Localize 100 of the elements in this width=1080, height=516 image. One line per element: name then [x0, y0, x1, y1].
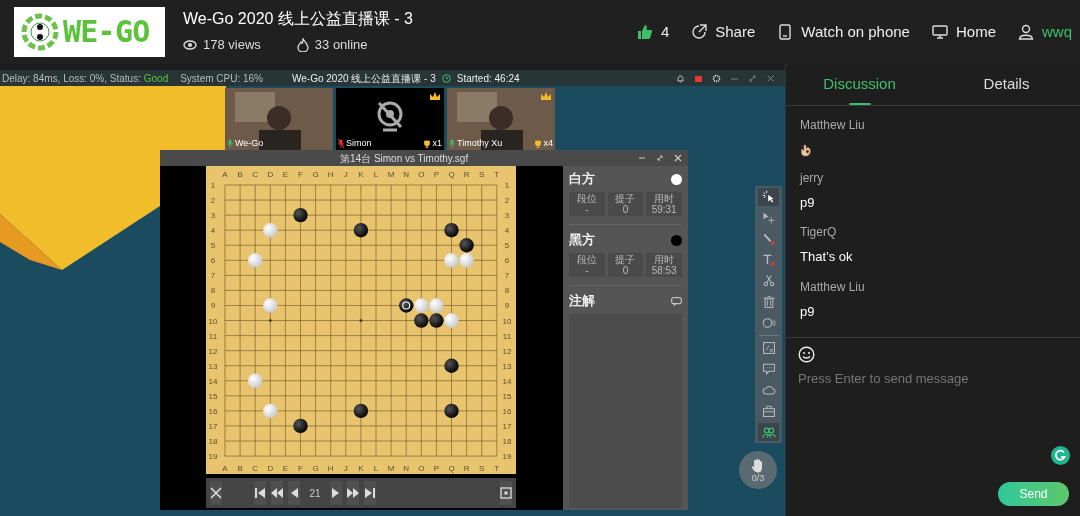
- coordinate-label: 10: [502, 316, 512, 326]
- close-icon: [210, 487, 222, 499]
- view-count: 178 views: [203, 36, 261, 55]
- last-move-button[interactable]: [364, 481, 376, 505]
- coordinate-label: R: [463, 170, 470, 179]
- message-input[interactable]: Press Enter to send message: [798, 369, 1068, 449]
- like-button[interactable]: 4: [636, 20, 670, 44]
- tool-button[interactable]: [758, 188, 779, 206]
- coordinate-label: 10: [208, 316, 218, 326]
- close-icon[interactable]: [766, 73, 775, 83]
- coordinate-label: 15: [208, 391, 218, 401]
- coordinate-label: A: [222, 170, 228, 179]
- grammar-assistant-icon[interactable]: [1051, 446, 1070, 465]
- thumbs-up-icon: [636, 24, 653, 40]
- chat-tab[interactable]: Details: [933, 64, 1080, 105]
- coordinate-label: 7: [210, 271, 216, 281]
- close-icon[interactable]: [674, 154, 682, 162]
- coordinate-label: A: [222, 464, 228, 473]
- raise-hand-button[interactable]: 0/3: [739, 451, 777, 489]
- coordinate-label: P: [433, 464, 440, 473]
- close-button[interactable]: [210, 481, 222, 505]
- first-move-button[interactable]: [254, 481, 266, 505]
- coordinate-label: G: [312, 464, 319, 473]
- coordinate-label: T: [494, 170, 500, 179]
- coordinate-label: C: [252, 464, 259, 473]
- user-icon: [1018, 24, 1034, 40]
- message-author: Matthew Liu: [800, 118, 866, 133]
- user-link[interactable]: wwq: [1018, 20, 1072, 44]
- rewind-button[interactable]: [271, 481, 283, 505]
- monitor-icon: [931, 24, 948, 40]
- coordinate-label: 16: [208, 406, 218, 416]
- stat-label: 用时: [654, 193, 675, 204]
- coordinate-label: C: [252, 170, 259, 179]
- coordinate-label: 17: [502, 421, 512, 431]
- coordinate-label: 9: [504, 301, 510, 311]
- calendar-icon[interactable]: [694, 73, 703, 83]
- clock-icon: [441, 73, 451, 83]
- settings-icon[interactable]: [712, 73, 721, 83]
- coordinate-label: 4: [210, 226, 216, 236]
- stat-value: 58:53: [651, 265, 677, 276]
- expand-icon[interactable]: [656, 154, 664, 162]
- coordinate-label: 1: [504, 181, 510, 190]
- logo-text: WE-GO: [63, 17, 150, 47]
- coordinate-label: N: [403, 464, 410, 473]
- coordinate-label: O: [418, 170, 425, 179]
- coordinate-label: F: [298, 170, 303, 179]
- trophy-icon: [534, 139, 543, 148]
- coordinate-label: B: [237, 170, 243, 179]
- whiteboard-icon: [761, 341, 776, 355]
- coordinate-label: 3: [210, 211, 216, 221]
- coordinate-label: 7: [504, 271, 510, 281]
- comment-icon[interactable]: [671, 296, 682, 306]
- coordinate-label: 4: [504, 226, 510, 236]
- chat-tab[interactable]: Discussion: [786, 64, 933, 105]
- coordinate-label: J: [343, 464, 348, 473]
- watch-on-phone-button[interactable]: Watch on phone: [777, 20, 910, 44]
- coordinate-label: G: [312, 170, 319, 179]
- player-side-label: 黑方: [569, 231, 595, 250]
- coordinate-label: 13: [502, 361, 512, 371]
- emoji-icon[interactable]: [798, 346, 815, 363]
- next-move-button[interactable]: [330, 481, 342, 505]
- coordinate-label: J: [343, 170, 348, 179]
- coordinate-label: K: [358, 170, 364, 179]
- home-button[interactable]: Home: [931, 20, 996, 44]
- coordinate-label: K: [358, 464, 364, 473]
- text-tool-icon: [761, 253, 776, 267]
- participant-name: Timothy Xu: [457, 136, 503, 150]
- expand-icon[interactable]: [748, 73, 757, 83]
- coordinate-label: N: [403, 170, 410, 179]
- coordinate-label: P: [433, 170, 440, 179]
- coordinate-label: 19: [502, 452, 512, 462]
- coordinate-label: H: [327, 170, 334, 179]
- trash-icon: [761, 295, 776, 309]
- participant-name: Simon: [346, 136, 372, 150]
- coordinate-label: 12: [208, 346, 218, 356]
- minimize-icon[interactable]: [638, 154, 646, 162]
- trophy-count: x1: [432, 136, 442, 150]
- stream-title: We-Go 2020 线上公益直播课 - 3: [183, 9, 413, 30]
- coordinate-label: D: [267, 170, 274, 179]
- share-button[interactable]: Share: [691, 20, 756, 44]
- coordinate-label: 11: [502, 331, 512, 341]
- message-author: Matthew Liu: [800, 279, 866, 295]
- coordinate-label: 14: [502, 376, 512, 386]
- first-move-icon: [254, 487, 266, 499]
- last-move-icon: [364, 487, 376, 499]
- message-text: p9: [800, 303, 816, 320]
- stat-value: -: [585, 204, 589, 215]
- previous-move-button[interactable]: [288, 481, 300, 505]
- fit-view-button[interactable]: [500, 481, 512, 505]
- coordinate-label: 19: [208, 452, 218, 462]
- stat-value: 0: [622, 265, 629, 276]
- tool-button[interactable]: [758, 423, 779, 441]
- coordinate-label: E: [282, 464, 289, 473]
- fast-forward-button[interactable]: [347, 481, 359, 505]
- game-file-title: 第14台 Simon vs Timothy.sgf: [340, 151, 469, 166]
- users-icon: [761, 425, 776, 439]
- bell-icon[interactable]: [676, 73, 685, 83]
- coordinate-label: 5: [210, 241, 216, 251]
- stat-value: 0: [622, 204, 629, 215]
- coordinate-label: S: [479, 464, 485, 473]
